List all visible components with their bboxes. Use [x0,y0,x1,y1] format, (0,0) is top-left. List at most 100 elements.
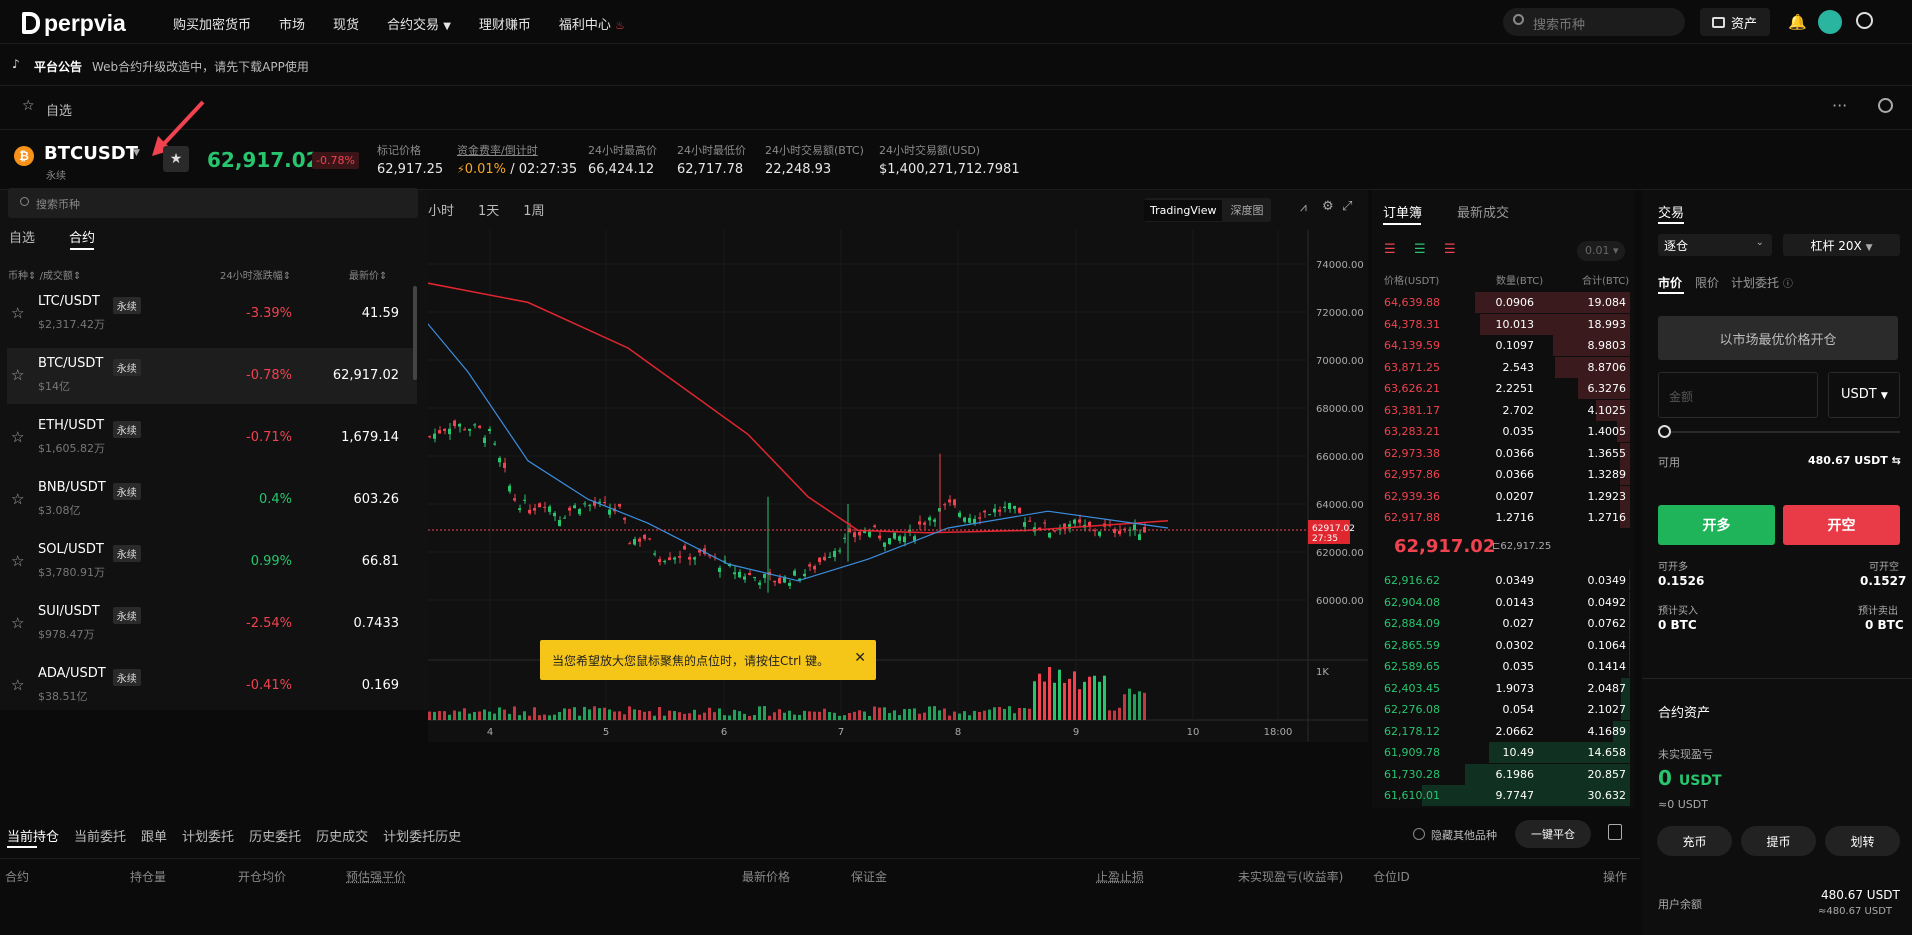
star-outline-icon[interactable]: ☆ [11,676,24,694]
symbol-list-item[interactable]: ☆ SOL/USDT 永续 $3,780.91万 0.99% 66.81 [7,534,417,590]
view-depth[interactable]: 深度图 [1222,198,1271,222]
symbol-list-item[interactable]: ☆ BNB/USDT 永续 $3.08亿 0.4% 603.26 [7,472,417,528]
open-short-button[interactable]: 开空 [1783,505,1900,545]
positions-tab[interactable]: 计划委托 [182,826,234,845]
more-icon[interactable]: ··· [1832,96,1847,115]
nav-spot[interactable]: 现货 [333,14,359,33]
layout-asks-icon[interactable]: ☰ [1444,242,1456,257]
order-type-plan[interactable]: 计划委托 ⓘ [1731,274,1793,291]
ask-row[interactable]: 63,283.21 0.035 1.4005 [1372,421,1630,442]
bid-row[interactable]: 61,610.01 9.7747 30.632 [1372,785,1630,806]
positions-tab[interactable]: 历史成交 [316,826,368,845]
col-change[interactable]: 24小时涨跌幅⇕ [220,267,291,282]
ask-row[interactable]: 64,378.31 10.013 18.993 [1372,313,1630,335]
bid-row[interactable]: 61,909.78 10.49 14.658 [1372,742,1630,763]
tab-recent-trades[interactable]: 最新成交 [1457,202,1509,221]
deposit-button[interactable]: 充币 [1657,826,1732,856]
dropdown-search-input[interactable]: 搜索币种 [8,188,418,218]
layout-bids-icon[interactable]: ☰ [1414,242,1426,257]
star-outline-icon[interactable]: ☆ [11,552,24,570]
nav-futures[interactable]: 合约交易 ▼ [387,14,451,33]
view-tradingview[interactable]: TradingView [1144,199,1223,221]
symbol-list-item[interactable]: ☆ BTC/USDT 永续 $14亿 -0.78% 62,917.02 [7,348,417,404]
withdraw-button[interactable]: 提币 [1741,826,1816,856]
scrollbar[interactable] [413,286,417,380]
interval-1w[interactable]: 1周 [523,200,544,219]
bid-row[interactable]: 62,865.59 0.0302 0.1064 [1372,634,1630,656]
fullscreen-icon[interactable]: ⤢ [1342,199,1352,214]
slider-handle[interactable] [1658,425,1671,438]
amount-slider[interactable] [1660,431,1900,433]
favorites-label[interactable]: 自选 [46,100,72,119]
bid-row[interactable]: 62,403.45 1.9073 2.0487 [1372,677,1630,699]
symbol-list-item[interactable]: ☆ LTC/USDT 永续 $2,317.42万 -3.39% 41.59 [7,286,417,342]
positions-tab[interactable]: 历史委托 [249,826,301,845]
positions-tab[interactable]: 当前持仓 [7,826,59,845]
margin-mode-select[interactable]: 逐仓 ⌄ [1658,234,1772,256]
indicator-icon[interactable]: ⩘ [1300,200,1307,215]
star-outline-icon[interactable]: ☆ [11,614,24,632]
nav-buy-crypto[interactable]: 购买加密货币 [173,14,251,33]
chart-icon[interactable] [1608,824,1622,840]
bid-row[interactable]: 62,178.12 2.0662 4.1689 [1372,720,1630,742]
star-outline-icon[interactable]: ☆ [11,304,24,322]
ask-row[interactable]: 62,939.36 0.0207 1.2923 [1372,485,1630,507]
symbol-name[interactable]: BTCUSDT [44,143,138,164]
price-chart[interactable]: 小时 1天 1周 TradingView 深度图 ⩘ ⚙ ⤢ 74000.00 7… [428,190,1368,742]
symbol-list-item[interactable]: ☆ ADA/USDT 永续 $38.51亿 -0.41% 0.169 [7,658,417,714]
positions-tab[interactable]: 跟单 [141,826,167,845]
bell-icon[interactable]: 🔔 [1788,13,1807,31]
transfer-button[interactable]: 划转 [1825,826,1900,856]
symbol-list-item[interactable]: ☆ ETH/USDT 永续 $1,605.82万 -0.71% 1,679.14 [7,410,417,466]
chart-settings-icon[interactable]: ⚙ [1322,199,1334,214]
tab-orderbook[interactable]: 订单簿 [1383,202,1422,221]
bid-row[interactable]: 61,730.28 6.1986 20.857 [1372,763,1630,785]
precision-select[interactable]: 0.01 ▾ [1577,241,1625,261]
ask-row[interactable]: 64,639.88 0.0906 19.084 [1372,292,1630,313]
globe-icon[interactable] [1856,12,1873,29]
settings-icon[interactable] [1878,98,1893,113]
ask-row[interactable]: 62,917.88 1.2716 1.2716 [1372,507,1630,528]
layout-both-icon[interactable]: ☰ [1384,242,1396,257]
currency-select[interactable]: USDT ▼ [1828,372,1900,418]
brand-logo[interactable]: perpvia [22,10,126,37]
open-long-button[interactable]: 开多 [1658,505,1775,545]
star-outline-icon[interactable]: ☆ [11,490,24,508]
interval-hour[interactable]: 小时 [428,200,454,219]
ask-row[interactable]: 64,139.59 0.1097 8.9803 [1372,335,1630,356]
nav-rewards[interactable]: 福利中心 ♨ [559,14,625,33]
amount-input[interactable]: 金额 [1658,372,1818,418]
close-icon[interactable]: ✕ [854,650,866,666]
star-outline-icon[interactable]: ☆ [11,428,24,446]
symbol-list-item[interactable]: ☆ SUI/USDT 永续 $978.47万 -2.54% 0.7433 [7,596,417,652]
stat-label[interactable]: 资金费率/倒计时 [457,142,577,158]
ask-row[interactable]: 62,957.86 0.0366 1.3289 [1372,464,1630,485]
ask-row[interactable]: 62,973.38 0.0366 1.3655 [1372,442,1630,464]
bid-row[interactable]: 62,904.08 0.0143 0.0492 [1372,591,1630,613]
bid-row[interactable]: 62,589.65 0.035 0.1414 [1372,656,1630,677]
close-all-button[interactable]: 一键平仓 [1515,820,1591,848]
order-type-market[interactable]: 市价 [1658,274,1682,291]
assets-button[interactable]: 资产 [1700,8,1770,36]
bid-row[interactable]: 62,884.09 0.027 0.0762 [1372,613,1630,634]
col-symbol[interactable]: 币种⇕ /成交额⇕ [8,267,81,282]
order-type-limit[interactable]: 限价 [1695,274,1719,291]
nav-earn[interactable]: 理财赚币 [479,14,531,33]
symbol-dropdown-caret[interactable]: ▼ [133,148,140,158]
star-outline-icon[interactable]: ☆ [11,366,24,384]
hide-other-checkbox[interactable] [1413,828,1425,840]
ask-row[interactable]: 63,626.21 2.2251 6.3276 [1372,378,1630,399]
tab-favorites[interactable]: 自选 [9,227,35,246]
ask-row[interactable]: 63,381.17 2.702 4.1025 [1372,399,1630,421]
favorite-star-button[interactable]: ★ [163,146,189,172]
leverage-select[interactable]: 杠杆 20X ▼ [1783,234,1900,256]
positions-tab[interactable]: 计划委托历史 [383,826,461,845]
ask-row[interactable]: 63,871.25 2.543 8.8706 [1372,356,1630,378]
coin-search-input[interactable]: 搜索币种 [1503,8,1685,36]
avatar[interactable] [1818,10,1842,34]
transfer-icon[interactable]: ⇆ [1892,454,1901,467]
announcement-text[interactable]: Web合约升级改造中，请先下载APP使用 [92,58,309,75]
col-price[interactable]: 最新价⇕ [349,267,387,282]
bid-row[interactable]: 62,276.08 0.054 2.1027 [1372,699,1630,720]
tab-futures[interactable]: 合约 [69,227,95,246]
